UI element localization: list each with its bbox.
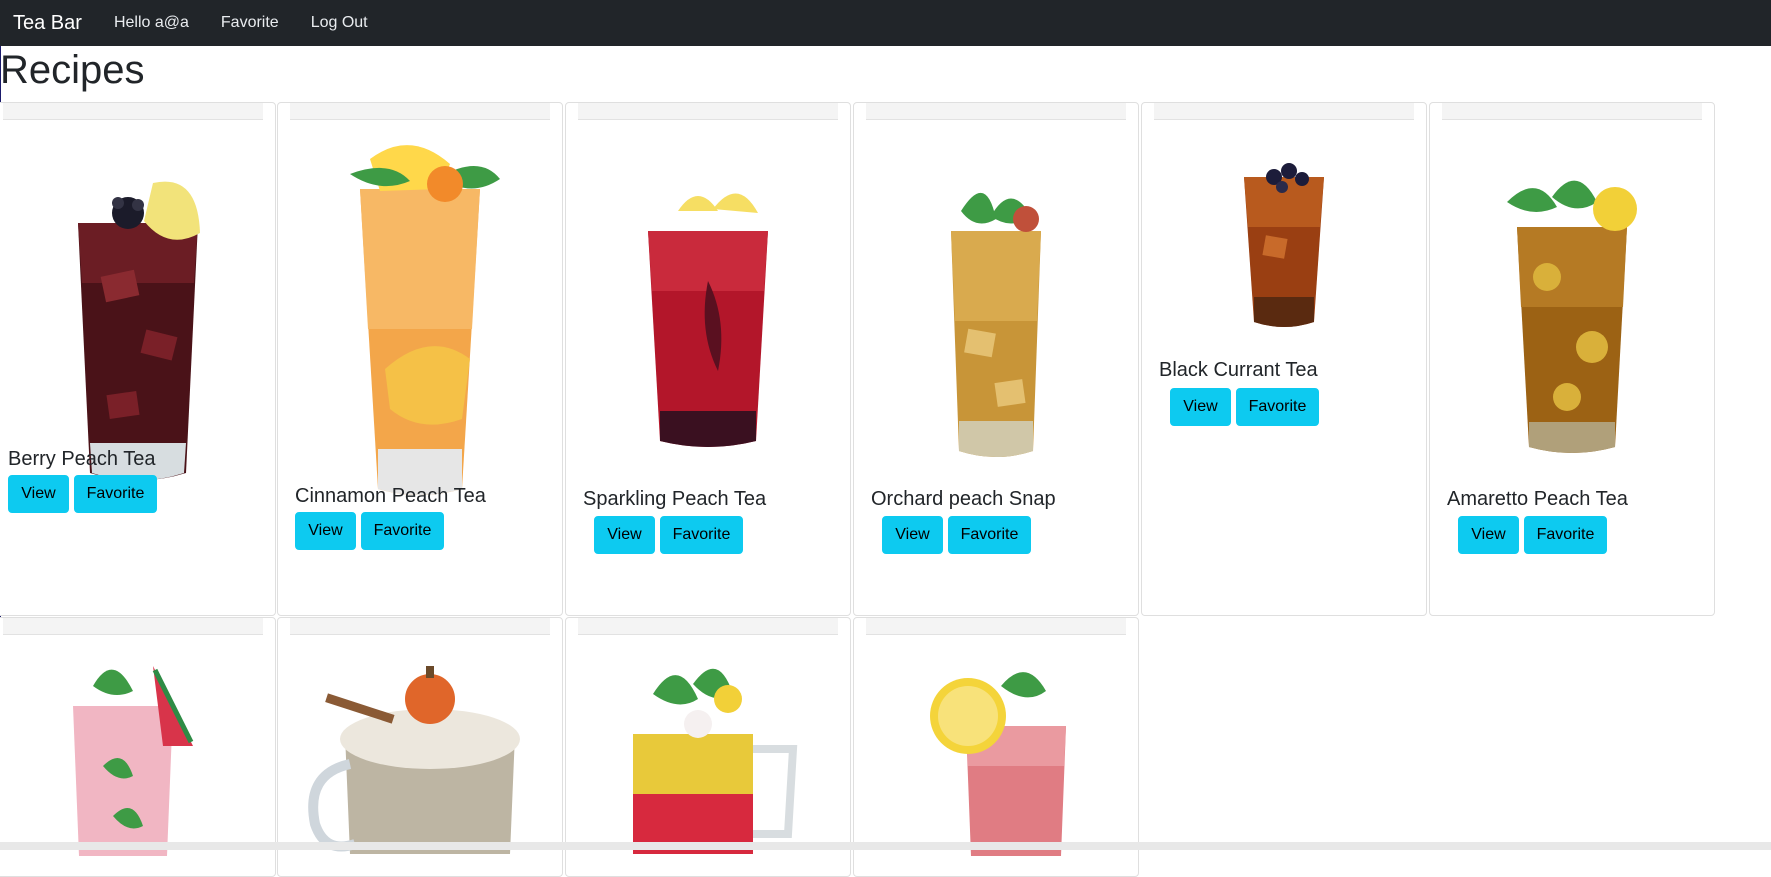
card-header xyxy=(866,618,1126,635)
recipe-title: Berry Peach Tea xyxy=(8,448,156,470)
recipe-card: Sparkling Peach Tea View Favorite xyxy=(565,102,851,616)
recipe-card xyxy=(565,617,851,877)
recipe-card: Berry Peach Tea View Favorite xyxy=(0,102,276,616)
tea-glass-image xyxy=(1507,180,1637,453)
recipe-card xyxy=(277,617,563,877)
card-header xyxy=(1154,103,1414,120)
favorite-button[interactable]: Favorite xyxy=(1524,516,1607,554)
tea-glass-image xyxy=(73,666,194,856)
tea-glass-image xyxy=(350,145,500,495)
tea-glass-image xyxy=(951,192,1041,457)
tea-mug-image xyxy=(308,666,520,854)
card-header xyxy=(290,618,550,635)
recipe-title: Cinnamon Peach Tea xyxy=(295,485,486,507)
card-header xyxy=(578,103,838,120)
favorite-button[interactable]: Favorite xyxy=(74,475,157,513)
card-header xyxy=(1442,103,1702,120)
card-header xyxy=(290,103,550,120)
view-button[interactable]: View xyxy=(594,516,655,554)
recipe-card: Amaretto Peach Tea View Favorite xyxy=(1429,102,1715,616)
tea-glass-image xyxy=(78,181,200,481)
favorite-button[interactable]: Favorite xyxy=(361,512,444,550)
tea-glass-image xyxy=(648,193,768,447)
recipe-title: Amaretto Peach Tea xyxy=(1447,488,1628,510)
nav-logout[interactable]: Log Out xyxy=(311,14,368,32)
tea-mug-image xyxy=(633,668,798,854)
view-button[interactable]: View xyxy=(295,512,356,550)
recipe-title: Black Currant Tea xyxy=(1159,359,1318,381)
nav-favorite[interactable]: Favorite xyxy=(221,14,279,32)
page-title: Recipes xyxy=(0,48,145,92)
navbar: Tea Bar Hello a@a Favorite Log Out xyxy=(0,0,1771,46)
view-button[interactable]: View xyxy=(1170,388,1231,426)
favorite-button[interactable]: Favorite xyxy=(948,516,1031,554)
view-button[interactable]: View xyxy=(882,516,943,554)
horizontal-scrollbar[interactable] xyxy=(0,842,1771,850)
tea-glass-image xyxy=(930,672,1066,856)
recipe-card: Cinnamon Peach Tea View Favorite xyxy=(277,102,563,616)
card-header xyxy=(866,103,1126,120)
card-header xyxy=(3,618,263,635)
tea-glass-image xyxy=(1244,163,1324,327)
recipe-card: Orchard peach Snap View Favorite xyxy=(853,102,1139,616)
favorite-button[interactable]: Favorite xyxy=(660,516,743,554)
recipe-title: Orchard peach Snap xyxy=(871,488,1056,510)
brand-link[interactable]: Tea Bar xyxy=(13,12,82,35)
card-header xyxy=(578,618,838,635)
recipe-title: Sparkling Peach Tea xyxy=(583,488,767,510)
recipe-card xyxy=(0,617,276,877)
card-header xyxy=(3,103,263,120)
recipe-card: Black Currant Tea View Favorite xyxy=(1141,102,1427,616)
view-button[interactable]: View xyxy=(1458,516,1519,554)
favorite-button[interactable]: Favorite xyxy=(1236,388,1319,426)
nav-greeting[interactable]: Hello a@a xyxy=(114,14,189,32)
recipe-card xyxy=(853,617,1139,877)
view-button[interactable]: View xyxy=(8,475,69,513)
